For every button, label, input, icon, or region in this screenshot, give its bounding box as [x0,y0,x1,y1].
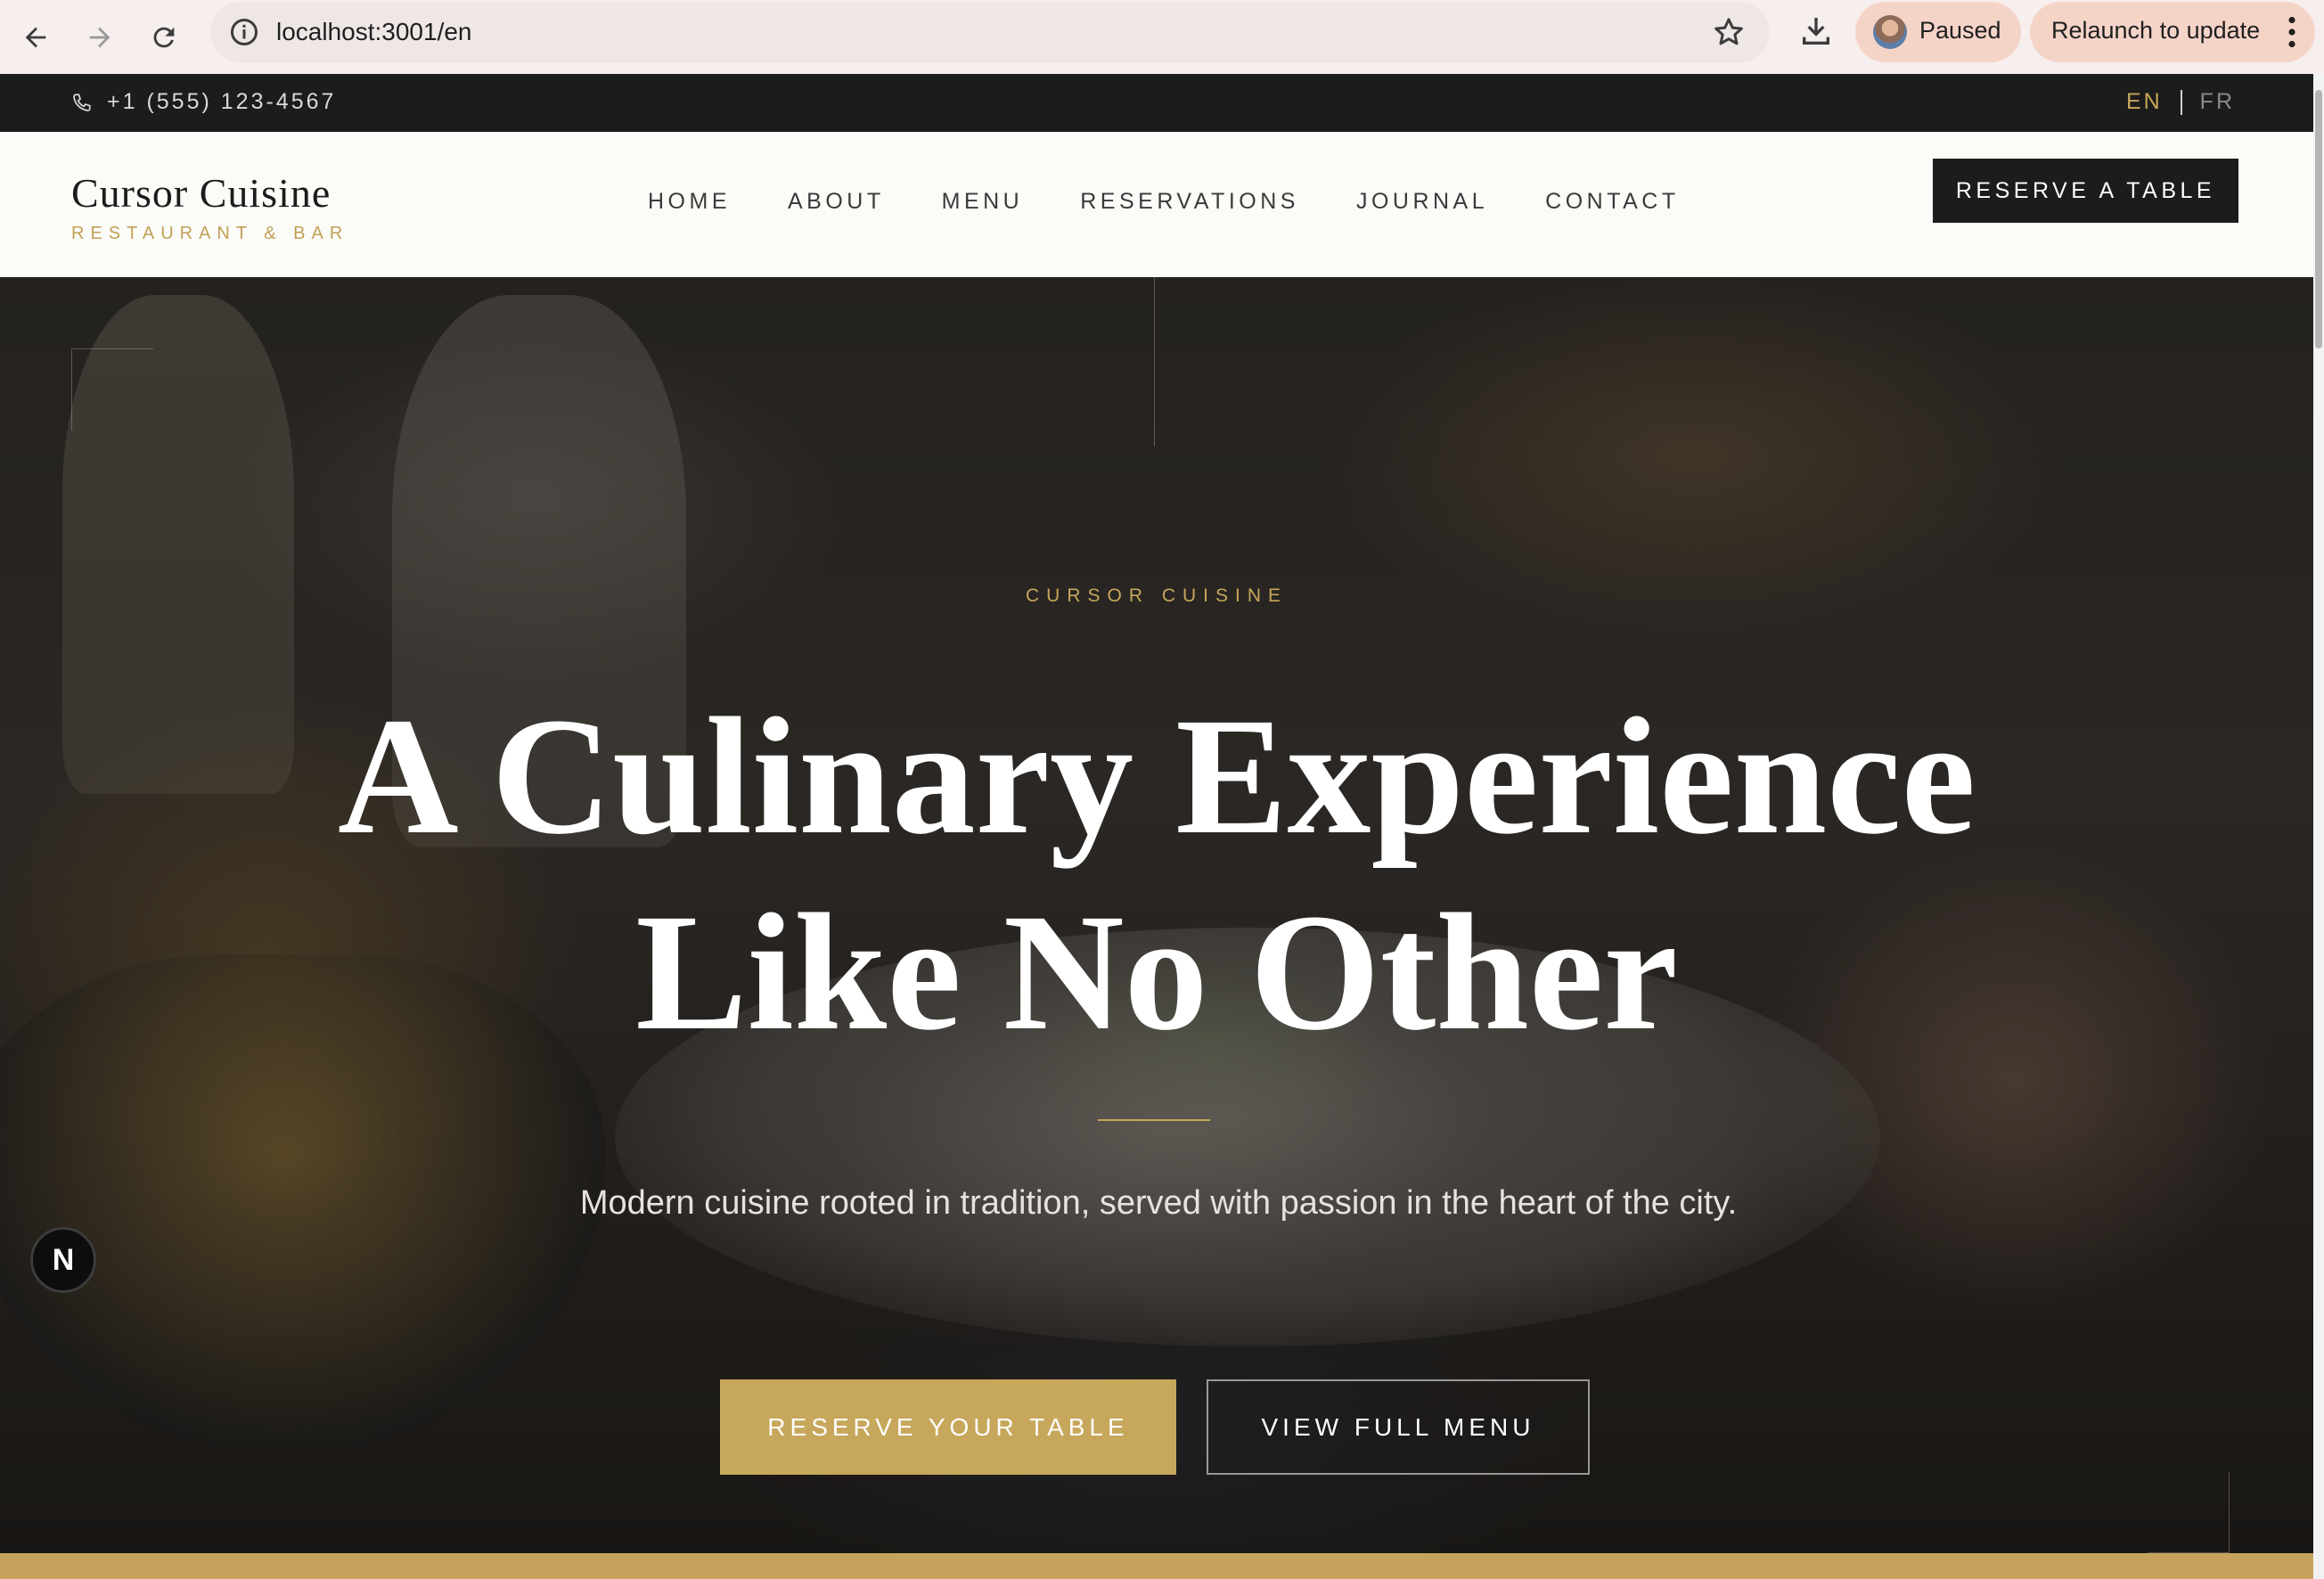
forward-arrow-icon [89,27,110,48]
language-switcher: EN FR [2126,89,2235,115]
more-menu-icon[interactable] [2287,16,2297,48]
hero-headline-line1: A Culinary Experience [337,683,1976,869]
reload-icon [153,27,175,48]
hero-section: CURSOR CUISINE A Culinary Experience Lik… [0,277,2313,1553]
view-full-menu-button[interactable]: VIEW FULL MENU [1207,1379,1590,1475]
page-scrollbar[interactable] [2313,74,2324,1579]
browser-toolbar: localhost:3001/en Paused Relaunch to upd… [0,0,2324,74]
relaunch-button[interactable]: Relaunch to update [2030,2,2315,62]
reload-button[interactable] [139,12,189,62]
phone-number[interactable]: +1 (555) 123-4567 [107,89,336,115]
address-bar[interactable]: localhost:3001/en [210,2,1770,62]
next-section-edge [0,1553,2313,1579]
bookmark-star-icon[interactable] [1711,14,1747,50]
info-icon[interactable] [228,16,260,48]
nextjs-dev-badge[interactable]: N [30,1227,96,1293]
hero-headline-line2: Like No Other [635,879,1678,1065]
hero-divider [1098,1119,1210,1121]
lang-divider [2180,89,2182,115]
url-text[interactable]: localhost:3001/en [276,16,472,48]
logo-title[interactable]: Cursor Cuisine [71,169,331,217]
relaunch-label: Relaunch to update [2051,17,2261,44]
forward-button[interactable] [75,12,125,62]
scrollbar-thumb[interactable] [2315,90,2322,348]
hero-eyebrow: CURSOR CUISINE [1025,585,1289,606]
nav-menu[interactable]: MENU [942,189,1024,215]
reserve-your-table-button[interactable]: RESERVE YOUR TABLE [720,1379,1176,1475]
site-header: Cursor Cuisine RESTAURANT & BAR HOME ABO… [0,132,2313,277]
logo-subtitle: RESTAURANT & BAR [71,224,349,243]
nav-about[interactable]: ABOUT [788,189,885,215]
lang-en-link[interactable]: EN [2126,89,2163,115]
decorative-corner [2148,1471,2230,1553]
hero-subtext: Modern cuisine rooted in tradition, serv… [579,1184,1738,1222]
page-viewport: +1 (555) 123-4567 EN FR Cursor Cuisine R… [0,74,2313,1579]
reserve-table-button[interactable]: RESERVE A TABLE [1933,159,2238,223]
profile-status: Paused [1919,17,2001,44]
top-info-bar: +1 (555) 123-4567 EN FR [0,74,2313,132]
nav-journal[interactable]: JOURNAL [1356,189,1488,215]
decorative-line [1154,277,1155,446]
download-icon[interactable] [1798,13,1834,49]
avatar [1873,15,1907,49]
phone-icon [73,94,91,111]
lang-fr-link[interactable]: FR [2200,89,2235,115]
hero-headline: A Culinary Experience Like No Other [0,678,2313,1070]
main-nav: HOME ABOUT MENU RESERVATIONS JOURNAL CON… [648,189,1737,215]
decorative-corner [71,348,153,430]
nav-reservations[interactable]: RESERVATIONS [1080,189,1299,215]
back-button[interactable] [11,12,61,62]
nav-home[interactable]: HOME [648,189,731,215]
profile-paused-button[interactable]: Paused [1855,2,2021,62]
nav-contact[interactable]: CONTACT [1545,189,1679,215]
back-arrow-icon [25,27,46,48]
